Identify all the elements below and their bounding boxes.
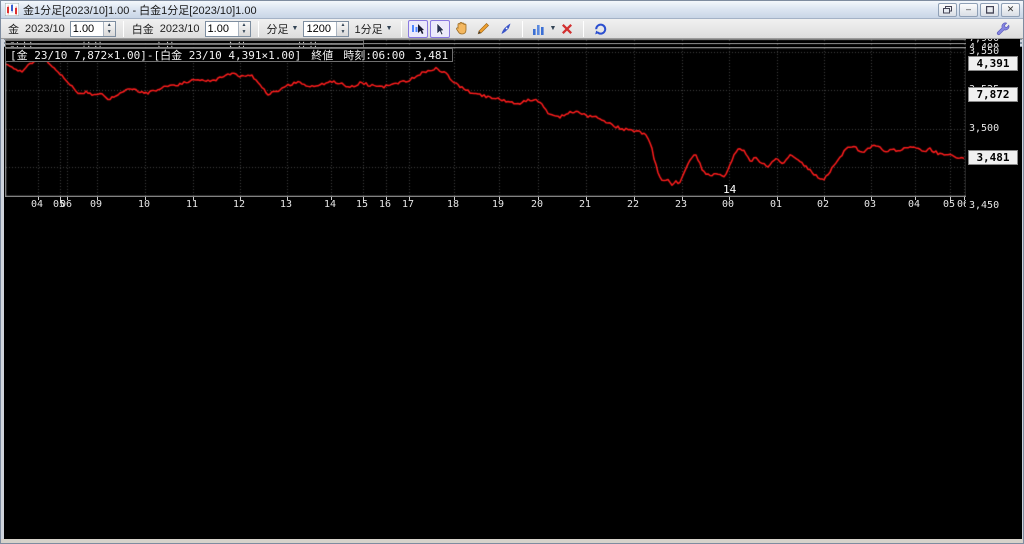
time-tick-label: 13 [280,199,293,210]
spread-last-price-label: 3,481 [968,150,1018,165]
time-tick-label: 20 [531,199,544,210]
time-tick-label: 15 [356,199,369,210]
toolbar-separator [122,20,124,37]
time-tick-label: 16 [379,199,392,210]
app-icon [5,3,19,16]
float-window-icon [943,5,952,13]
gold-contract-month: 2023/10 [25,22,65,35]
pen-tool-button[interactable] [496,20,516,38]
settings-wrench-icon[interactable] [995,21,1011,37]
platinum-ratio-spin-arrows[interactable]: ▲ ▼ [237,21,250,36]
bar-count-spinner[interactable]: ▲▼ [303,20,350,37]
time-tick-label: 23 [675,199,688,210]
date-label: 14 [723,183,737,196]
toolbar-separator [400,20,402,37]
price-tick-label: 3,450 [969,200,1000,211]
titlebar[interactable]: 金1分足[2023/10]1.00 - 白金1分足[2023/10]1.00 –… [1,1,1023,19]
pencil-tool-button[interactable] [474,20,494,38]
toolbar: 金 2023/10 ▲▼ 白金 2023/10 ▲▼ 分足 ▼ ▲▼ 1分足 ▼ [1,19,1023,39]
price-tick-label: 3,500 [969,123,1000,134]
time-tick-label: 04 [908,199,921,210]
interval-dropdown[interactable]: 1分足 ▼ [354,21,392,37]
gold-ratio-spinner[interactable]: ▲▼ [69,20,116,37]
gold-ratio-input[interactable] [70,21,103,36]
time-readout: 時刻:06:00 [343,49,406,62]
spread-formula-readout: [金 23/10 7,872×1.00]-[白金 23/10 4,391×1.0… [5,48,454,62]
refresh-button[interactable] [590,20,610,38]
float-window-button[interactable] [938,2,957,17]
delete-drawings-button[interactable] [557,20,577,38]
gold-ratio-spin-arrows[interactable]: ▲ ▼ [102,21,115,36]
spread-value: 3,481 [415,48,449,62]
platinum-symbol-label: 白金 [131,23,154,36]
time-tick-label: 00 [722,199,735,210]
chart-app-window: 金1分足[2023/10]1.00 - 白金1分足[2023/10]1.00 –… [0,0,1024,544]
platinum-ratio-spinner[interactable]: ▲▼ [204,20,251,37]
toolbar-separator [521,20,523,37]
spread-price-axis: 3,481 3,5503,5253,5003,450 [966,47,1020,212]
hand-icon [456,22,467,35]
platinum-ratio-input[interactable] [205,21,238,36]
gold-last-price-label: 7,872 [968,87,1018,102]
chart-region: 時刻:06:00 始値:7,872 高値:7,872 安値:7,872 終値:7… [1,39,1023,539]
time-tick-label: 04 [31,199,44,210]
time-tick-label: 06 [60,199,73,210]
refresh-icon [595,23,607,35]
chevron-down-icon: ▼ [291,25,299,32]
toolbar-separator [257,20,259,37]
time-tick-label: 12 [233,199,246,210]
spread-formula: [金 23/10 7,872×1.00]-[白金 23/10 4,391×1.0… [10,49,302,62]
platinum-contract-month: 2023/10 [159,22,200,35]
chart-type-button[interactable] [529,20,549,38]
spread-plot-area[interactable]: [金 23/10 7,872×1.00]-[白金 23/10 4,391×1.0… [5,47,967,197]
pencil-icon [477,23,490,35]
chart-cursor-tool-button[interactable] [407,19,428,38]
time-tick-label: 21 [579,199,592,210]
bar-count-input[interactable] [304,21,337,36]
time-tick-label: 19 [492,199,505,210]
gold-symbol-label: 金 [8,23,19,36]
spread-time-axis: 04 05 06 09 10 11 12 13 14 15 16 17 18 19 20 21 22 23 00 01… [5,197,969,212]
spread-close-label: 終値 [311,49,334,62]
select-tool-button[interactable] [429,19,450,38]
time-tick-label: 11 [186,199,199,210]
time-tick-label: 18 [447,199,460,210]
bar-type-dropdown[interactable]: 分足 ▼ [267,21,299,37]
time-tick-label: 09 [90,199,103,210]
arrow-cursor-icon [436,21,445,35]
toolbar-separator [583,20,585,37]
pen-nib-icon [501,23,511,34]
time-tick-label: 03 [864,199,877,210]
time-tick-label: 14 [324,199,337,210]
chevron-down-icon: ▼ [385,25,393,32]
window-title: 金1分足[2023/10]1.00 - 白金1分足[2023/10]1.00 [23,4,257,17]
time-tick-label: 01 [770,199,783,210]
time-tick-label: 22 [627,199,640,210]
bar-count-spin-arrows[interactable]: ▲ ▼ [336,21,349,36]
window-bottom-edge [1,539,1023,543]
pan-tool-button[interactable] [452,20,472,38]
time-tick-label: 17 [402,199,415,210]
bar-chart-icon [532,24,544,35]
chart-cursor-icon [411,23,424,34]
time-tick-label: 02 [817,199,830,210]
maximize-icon [985,5,994,14]
time-tick-label: 10 [138,199,151,210]
close-button[interactable]: ✕ [1001,2,1020,17]
chart-body: 時刻:06:00 始値:7,872 高値:7,872 安値:7,872 終値:7… [4,39,1022,539]
platinum-last-price-label: 4,391 [968,56,1018,71]
maximize-button[interactable] [980,2,999,17]
time-tick-label: 05 [943,199,956,210]
red-x-icon [562,23,573,34]
minimize-button[interactable]: – [959,2,978,17]
chart-type-chevron-icon[interactable]: ▼ [550,25,557,32]
spread-line-canvas[interactable] [5,47,967,197]
